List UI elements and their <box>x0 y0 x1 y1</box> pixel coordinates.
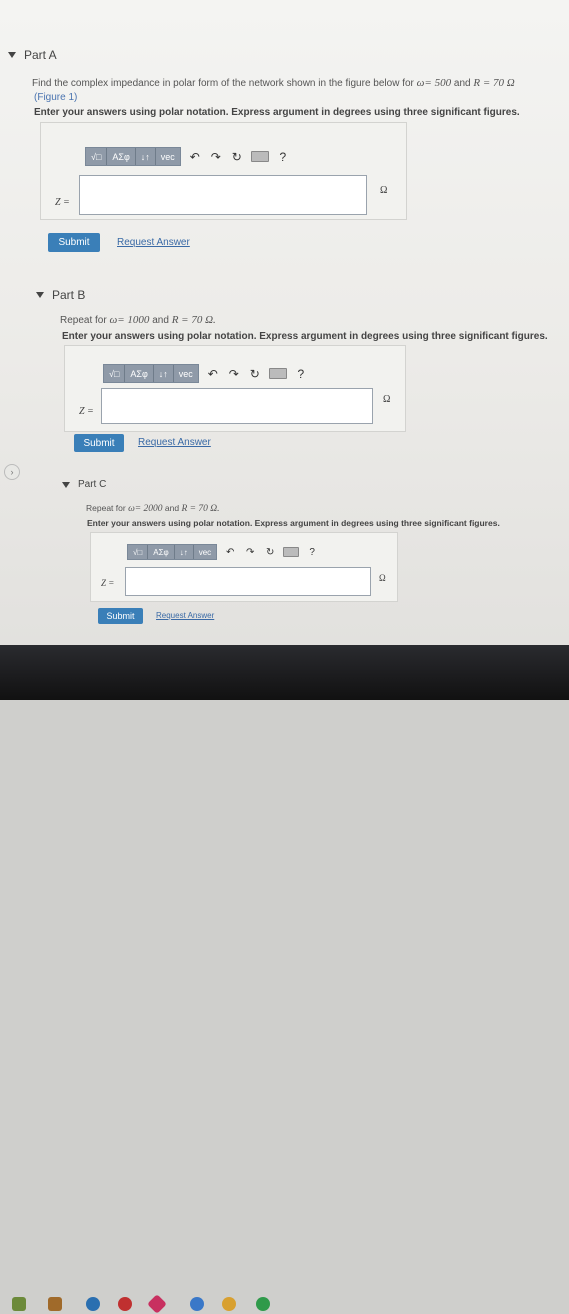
part-a-prompt: Find the complex impedance in polar form… <box>32 77 515 89</box>
templates-button[interactable]: √□ <box>128 545 149 559</box>
side-nav-arrow[interactable]: › <box>4 464 20 480</box>
reset-icon[interactable]: ↻ <box>263 547 277 558</box>
ohm-unit: Ω <box>379 573 386 583</box>
reset-icon[interactable]: ↻ <box>230 150 244 164</box>
help-icon[interactable]: ? <box>305 547 319 558</box>
chevron-down-icon <box>8 52 16 58</box>
ohm-unit: Ω <box>383 394 391 405</box>
vec-button[interactable]: vec <box>174 365 198 382</box>
request-answer-link[interactable]: Request Answer <box>117 237 190 248</box>
redo-icon[interactable]: ↷ <box>227 367 241 381</box>
z-label: Z = <box>79 406 94 417</box>
part-c-instruction: Enter your answers using polar notation.… <box>87 518 500 528</box>
math-palette: √□ ΑΣφ ↓↑ vec <box>127 544 218 560</box>
part-b-instruction: Enter your answers using polar notation.… <box>62 331 548 342</box>
math-palette: √□ ΑΣφ ↓↑ vec <box>103 364 199 383</box>
request-answer-link[interactable]: Request Answer <box>138 437 211 448</box>
impedance-input[interactable] <box>125 567 371 596</box>
ohm-unit: Ω <box>380 185 388 196</box>
figure-link[interactable]: (Figure 1) <box>34 91 77 104</box>
app-icon[interactable] <box>147 1294 167 1314</box>
app-icon[interactable] <box>118 1297 132 1311</box>
redo-icon[interactable]: ↷ <box>243 547 257 558</box>
submit-button[interactable]: Submit <box>98 608 143 624</box>
chevron-down-icon <box>62 481 70 488</box>
z-label: Z = <box>55 197 70 208</box>
greek-button[interactable]: ΑΣφ <box>107 148 136 165</box>
app-icon[interactable] <box>256 1297 270 1311</box>
reset-icon[interactable]: ↻ <box>248 367 262 381</box>
part-a-header[interactable]: Part A <box>8 48 57 62</box>
impedance-input[interactable] <box>101 388 373 424</box>
request-answer-link[interactable]: Request Answer <box>156 611 214 620</box>
part-a-title: Part A <box>24 48 57 62</box>
app-icon[interactable] <box>222 1297 236 1311</box>
part-c-title: Part C <box>78 479 107 490</box>
vec-button[interactable]: vec <box>194 545 216 559</box>
part-c-answer-panel: √□ ΑΣφ ↓↑ vec ↶ ↷ ↻ ? Z = Ω <box>90 532 398 602</box>
templates-button[interactable]: √□ <box>104 365 126 382</box>
undo-icon[interactable]: ↶ <box>188 150 202 164</box>
chevron-down-icon <box>36 292 44 298</box>
submit-button[interactable]: Submit <box>74 434 124 452</box>
part-c-prompt: Repeat for ω= 2000 and R = 70 Ω. <box>86 503 220 514</box>
part-a-toolbar: √□ ΑΣφ ↓↑ vec ↶ ↷ ↻ ? <box>85 147 290 166</box>
part-b-toolbar: √□ ΑΣφ ↓↑ vec ↶ ↷ ↻ ? <box>103 364 308 383</box>
part-b-answer-panel: √□ ΑΣφ ↓↑ vec ↶ ↷ ↻ ? Z = Ω <box>64 345 406 432</box>
submit-button[interactable]: Submit <box>48 233 100 252</box>
undo-icon[interactable]: ↶ <box>206 367 220 381</box>
part-c-header[interactable]: Part C <box>62 479 106 490</box>
keyboard-icon[interactable] <box>250 151 269 162</box>
greek-button[interactable]: ΑΣφ <box>148 545 175 559</box>
page: Part A Find the complex impedance in pol… <box>0 0 569 645</box>
taskbar <box>0 645 569 1314</box>
part-c-toolbar: √□ ΑΣφ ↓↑ vec ↶ ↷ ↻ ? <box>127 544 319 560</box>
help-icon[interactable]: ? <box>294 367 308 381</box>
vec-button[interactable]: vec <box>156 148 180 165</box>
templates-button[interactable]: √□ <box>86 148 108 165</box>
keyboard-icon[interactable] <box>268 368 287 379</box>
redo-icon[interactable]: ↷ <box>209 150 223 164</box>
part-b-prompt: Repeat for ω= 1000 and R = 70 Ω. <box>60 314 216 326</box>
math-palette: √□ ΑΣφ ↓↑ vec <box>85 147 181 166</box>
part-b-header[interactable]: Part B <box>36 288 85 302</box>
arrows-button[interactable]: ↓↑ <box>154 365 174 382</box>
arrows-button[interactable]: ↓↑ <box>136 148 156 165</box>
part-a-instruction: Enter your answers using polar notation.… <box>34 107 520 118</box>
app-icon[interactable] <box>190 1297 204 1311</box>
impedance-input[interactable] <box>79 175 367 215</box>
greek-button[interactable]: ΑΣφ <box>125 365 154 382</box>
part-a-answer-panel: √□ ΑΣφ ↓↑ vec ↶ ↷ ↻ ? Z = Ω <box>40 122 407 220</box>
arrows-button[interactable]: ↓↑ <box>175 545 194 559</box>
undo-icon[interactable]: ↶ <box>223 547 237 558</box>
app-icon[interactable] <box>12 1297 26 1311</box>
app-icon[interactable] <box>86 1297 100 1311</box>
z-label: Z = <box>101 578 115 588</box>
app-icon[interactable] <box>48 1297 62 1311</box>
keyboard-icon[interactable] <box>283 547 300 557</box>
help-icon[interactable]: ? <box>276 150 290 164</box>
part-b-title: Part B <box>52 288 86 302</box>
